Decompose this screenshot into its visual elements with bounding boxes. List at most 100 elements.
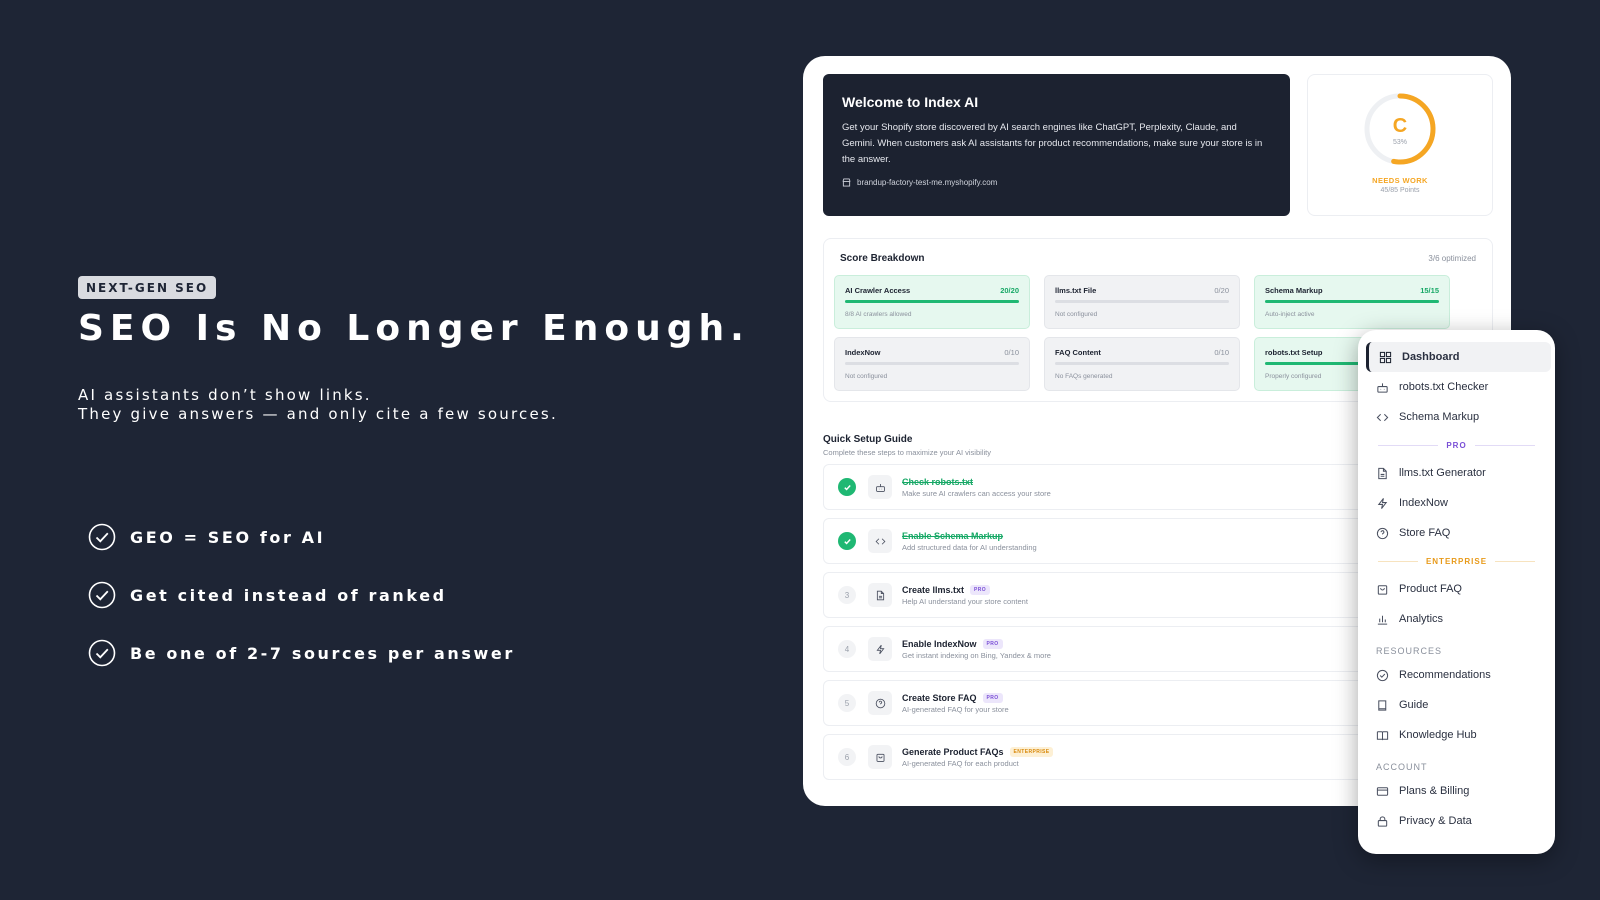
sidebar-item-label: Privacy & Data xyxy=(1399,815,1472,827)
metric-bar xyxy=(1265,300,1439,303)
sidebar-item-guide[interactable]: Guide xyxy=(1358,690,1555,720)
step-number: 6 xyxy=(838,748,856,766)
sidebar-item-indexnow[interactable]: IndexNow xyxy=(1358,488,1555,518)
step-icon-box xyxy=(868,529,892,553)
robot-icon xyxy=(875,483,885,492)
sidebar-item-label: Recommendations xyxy=(1399,669,1491,681)
plan-tag: PRO xyxy=(970,584,991,595)
sidebar-divider-pro: PRO xyxy=(1358,432,1555,458)
sidebar-item-label: Analytics xyxy=(1399,613,1444,625)
metric-name: AI Crawler Access xyxy=(845,286,911,295)
step-description: AI-generated FAQ for your store xyxy=(902,704,1009,714)
sidebar-divider-label: ENTERPRISE xyxy=(1425,556,1488,566)
step-number: 5 xyxy=(838,694,856,712)
welcome-title: Welcome to Index AI xyxy=(842,94,979,110)
bolt-icon xyxy=(875,644,885,654)
metric-name: Schema Markup xyxy=(1265,286,1323,295)
chart-icon xyxy=(1377,615,1388,625)
metric-name: FAQ Content xyxy=(1055,348,1101,357)
metric-bar xyxy=(845,362,1019,365)
sidebar-divider-label: PRO xyxy=(1446,440,1467,450)
metric-name: llms.txt File xyxy=(1055,286,1097,295)
sidebar-item-recommendations[interactable]: Recommendations xyxy=(1358,660,1555,690)
sidebar-section-account: ACCOUNT xyxy=(1376,762,1428,772)
category-badge: NEXT-GEN SEO xyxy=(78,276,217,299)
step-icon-box xyxy=(868,745,892,769)
step-title: Generate Product FAQs xyxy=(902,746,1004,757)
check-circle-icon xyxy=(1376,669,1389,681)
check-circle-icon xyxy=(88,581,116,609)
welcome-text: Get your Shopify store discovered by AI … xyxy=(842,122,1263,165)
step-icon-box xyxy=(868,691,892,715)
benefit-text: Get cited instead of ranked xyxy=(130,585,447,605)
sidebar-item-llms-txt-generator[interactable]: llms.txt Generator xyxy=(1358,458,1555,488)
sidebar-item-label: IndexNow xyxy=(1399,497,1448,509)
subheadline-line-2: They give answers — and only cite a few … xyxy=(78,405,558,423)
score-gauge: C 53% xyxy=(1364,93,1436,165)
metric-name: IndexNow xyxy=(845,348,881,357)
benefit-item: Get cited instead of ranked xyxy=(88,580,515,610)
store-url[interactable]: brandup-factory-test-me.myshopify.com xyxy=(842,178,1271,187)
code-icon xyxy=(1376,413,1389,421)
metric-score: 0/10 xyxy=(1214,348,1229,357)
sidebar-item-label: Guide xyxy=(1399,699,1429,711)
benefit-item: Be one of 2-7 sources per answer xyxy=(88,638,515,668)
sidebar-section-resources: RESOURCES xyxy=(1376,646,1443,656)
sidebar-item-label: Plans & Billing xyxy=(1399,785,1470,797)
open-book-icon xyxy=(1376,730,1389,740)
quick-setup-title: Quick Setup Guide xyxy=(823,434,913,445)
sidebar-item-robots-txt-checker[interactable]: robots.txt Checker xyxy=(1358,372,1555,402)
metric-score: 20/20 xyxy=(1000,286,1019,295)
sidebar-item-schema-markup[interactable]: Schema Markup xyxy=(1358,402,1555,432)
metric-subtext: No FAQs generated xyxy=(1055,373,1113,380)
code-icon xyxy=(875,537,885,545)
step-title: Enable Schema Markup xyxy=(902,530,1004,541)
metric-bar xyxy=(1055,362,1229,365)
step-complete-icon xyxy=(838,478,856,496)
score-grade: C xyxy=(1393,115,1407,137)
metric-subtext: Not configured xyxy=(1055,311,1098,318)
sidebar-item-dashboard[interactable]: Dashboard xyxy=(1366,342,1551,372)
sidebar-item-label: llms.txt Generator xyxy=(1399,467,1486,479)
step-title: Enable IndexNow xyxy=(902,638,977,649)
score-status: NEEDS WORK xyxy=(1372,176,1428,185)
grid-icon xyxy=(1379,351,1392,363)
step-description: AI-generated FAQ for each product xyxy=(902,758,1019,768)
sidebar-divider-enterprise: ENTERPRISE xyxy=(1358,548,1555,574)
metric-score: 0/20 xyxy=(1214,286,1229,295)
sidebar-item-label: robots.txt Checker xyxy=(1399,381,1489,393)
sidebar-item-analytics[interactable]: Analytics xyxy=(1358,604,1555,634)
welcome-banner: Welcome to Index AI Get your Shopify sto… xyxy=(823,74,1290,216)
lock-icon xyxy=(1377,815,1388,827)
sidebar-item-label: Knowledge Hub xyxy=(1399,729,1477,741)
plan-tag: ENTERPRISE xyxy=(1009,746,1054,757)
plan-tag: PRO xyxy=(982,692,1003,703)
metric-bar xyxy=(1055,300,1229,303)
book-icon xyxy=(1378,699,1387,711)
step-icon-box xyxy=(868,637,892,661)
sidebar-item-plans-billing[interactable]: Plans & Billing xyxy=(1358,776,1555,806)
score-percent: 53% xyxy=(1393,139,1407,146)
step-icon-box xyxy=(868,475,892,499)
sidebar-item-label: Dashboard xyxy=(1402,351,1460,363)
bag-icon xyxy=(1377,584,1388,595)
plan-tag: PRO xyxy=(982,638,1003,649)
quick-setup-subtitle: Complete these steps to maximize your AI… xyxy=(823,448,991,457)
sidebar-item-product-faq[interactable]: Product FAQ xyxy=(1358,574,1555,604)
metric-name: robots.txt Setup xyxy=(1265,348,1323,357)
metric-subtext: Auto-inject active xyxy=(1265,311,1315,318)
card-icon xyxy=(1376,786,1389,796)
sidebar-item-knowledge-hub[interactable]: Knowledge Hub xyxy=(1358,720,1555,750)
sidebar-nav: Dashboard robots.txt Checker Schema Markup… xyxy=(1358,330,1555,854)
step-title: Check robots.txt xyxy=(902,476,974,487)
metric-card: Schema Markup 15/15 Auto-inject active xyxy=(1254,275,1450,329)
sidebar-item-store-faq[interactable]: Store FAQ xyxy=(1358,518,1555,548)
step-description: Add structured data for AI understanding xyxy=(902,542,1037,552)
step-title: Create Store FAQ xyxy=(902,692,977,703)
metric-score: 15/15 xyxy=(1420,286,1439,295)
sidebar-item-privacy-data[interactable]: Privacy & Data xyxy=(1358,806,1555,836)
help-icon xyxy=(1376,527,1389,539)
step-description: Make sure AI crawlers can access your st… xyxy=(902,488,1051,498)
metric-card: FAQ Content 0/10 No FAQs generated xyxy=(1044,337,1240,391)
metric-bar xyxy=(845,300,1019,303)
